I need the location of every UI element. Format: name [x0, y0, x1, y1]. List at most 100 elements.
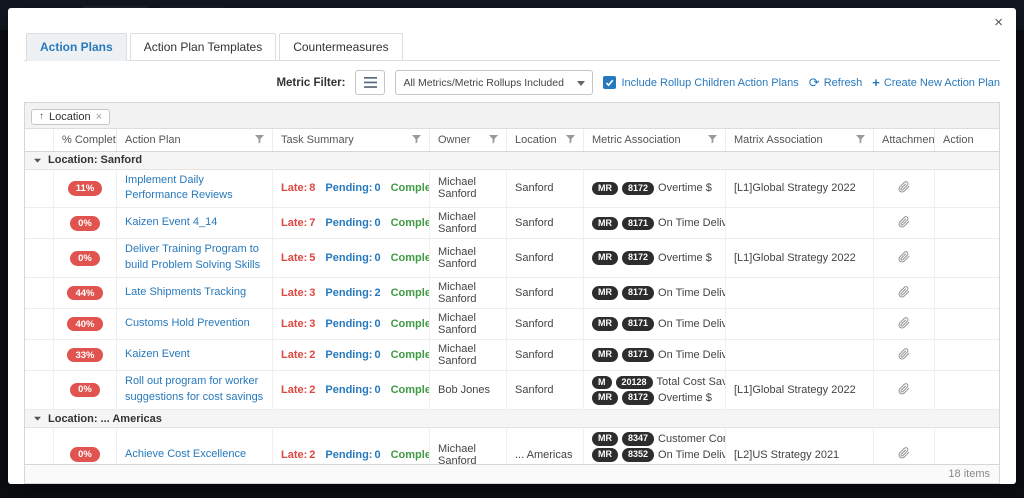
column-label: Action [943, 134, 974, 146]
percent-complete-cell: 0% [53, 428, 116, 464]
filter-icon[interactable] [856, 135, 865, 144]
refresh-button[interactable]: ⟳ Refresh [809, 76, 862, 89]
paperclip-icon [898, 447, 910, 462]
column-header-complete[interactable]: % Complete [53, 129, 116, 151]
action-plan-link[interactable]: Customs Hold Prevention [125, 316, 250, 332]
matrix-association-cell: [L1]Global Strategy 2022 [725, 371, 873, 409]
complete-count: Complete:0 [391, 449, 429, 461]
action-cell [934, 170, 999, 208]
attachment-cell[interactable] [873, 170, 934, 208]
percent-complete-badge: 0% [70, 447, 100, 461]
metric-tag-pill: MR [592, 286, 618, 300]
action-plan-link[interactable]: Kaizen Event [125, 347, 190, 363]
attachment-cell[interactable] [873, 428, 934, 464]
location-cell: Sanford [506, 170, 583, 208]
action-plan-link[interactable]: Deliver Training Program to build Proble… [125, 242, 264, 274]
column-header-task-summary[interactable]: Task Summary [272, 129, 429, 151]
column-header-action-plan[interactable]: Action Plan [116, 129, 272, 151]
action-cell [934, 340, 999, 370]
late-count: Late:3 [281, 318, 315, 330]
close-icon[interactable]: × [994, 15, 1003, 30]
filter-icon[interactable] [566, 135, 575, 144]
action-plan-link[interactable]: Implement Daily Performance Reviews [125, 173, 264, 205]
percent-complete-badge: 11% [68, 181, 103, 195]
attachment-cell[interactable] [873, 278, 934, 308]
column-header-expander[interactable] [25, 129, 53, 151]
late-count: Late:5 [281, 252, 315, 264]
pending-count: Pending:0 [325, 217, 380, 229]
metric-association-cell: MR8171On Time Delivery [583, 309, 725, 339]
column-header-owner[interactable]: Owner [429, 129, 506, 151]
filter-icon[interactable] [708, 135, 717, 144]
action-plan-row: 0% Roll out program for worker suggestio… [25, 371, 999, 410]
metric-association-cell: MR8171On Time Delivery [583, 278, 725, 308]
percent-complete-badge: 0% [70, 216, 100, 230]
action-plans-dialog: × Action PlansAction Plan TemplatesCount… [8, 8, 1016, 484]
column-label: Location [515, 134, 557, 146]
late-count: Late:8 [281, 182, 315, 194]
tab-action-plan-templates[interactable]: Action Plan Templates [130, 33, 277, 61]
complete-count: Complete:4 [391, 287, 429, 299]
attachment-cell[interactable] [873, 371, 934, 409]
action-plan-link[interactable]: Kaizen Event 4_14 [125, 215, 217, 231]
column-header-location[interactable]: Location [506, 129, 583, 151]
action-cell [934, 239, 999, 277]
create-new-action-plan-button[interactable]: + Create New Action Plan [872, 76, 1000, 89]
metric-filter-dropdown[interactable]: All Metrics/Metric Rollups Included [395, 70, 593, 95]
tab-countermeasures[interactable]: Countermeasures [279, 33, 402, 61]
metric-name: Overtime $ [658, 252, 712, 264]
expander-cell [25, 428, 53, 464]
attachment-cell[interactable] [873, 239, 934, 277]
metric-id-pill: 8352 [622, 448, 654, 462]
owner-cell: Michael Sanford [429, 170, 506, 208]
attachment-cell[interactable] [873, 340, 934, 370]
chevron-down-icon [577, 77, 585, 89]
column-header-action[interactable]: Action [934, 129, 999, 151]
paperclip-icon [898, 181, 910, 196]
metric-association-cell: MR8347Customer Complaints PPMMR8352On Ti… [583, 428, 725, 464]
action-plan-cell: Roll out program for worker suggestions … [116, 371, 272, 409]
column-header-metric-association[interactable]: Metric Association [583, 129, 725, 151]
action-cell [934, 371, 999, 409]
tab-action-plans[interactable]: Action Plans [26, 33, 127, 61]
metric-id-pill: 20128 [616, 376, 653, 390]
action-plan-link[interactable]: Achieve Cost Excellence [125, 447, 246, 463]
group-chip-location[interactable]: ↑ Location × [31, 109, 110, 125]
screen: Dploy ▦ ? ● × Action PlansAction Plan Te… [0, 0, 1024, 498]
column-header-attachment[interactable]: Attachment [873, 129, 934, 151]
action-plan-link[interactable]: Roll out program for worker suggestions … [125, 374, 264, 406]
owner-cell: Michael Sanford [429, 309, 506, 339]
metric-association: MR8347Customer Complaints PPM [592, 432, 725, 446]
collapse-group-icon[interactable] [33, 414, 42, 423]
filter-icon[interactable] [412, 135, 421, 144]
pending-count: Pending:0 [325, 318, 380, 330]
filter-icon[interactable] [255, 135, 264, 144]
column-header-matrix-association[interactable]: Matrix Association [725, 129, 873, 151]
remove-group-icon[interactable]: × [96, 111, 102, 123]
group-row[interactable]: Location: ... Americas [25, 410, 999, 428]
column-label: Matrix Association [734, 134, 823, 146]
dropdown-value: All Metrics/Metric Rollups Included [403, 77, 563, 89]
metric-association-cell: MR8172Overtime $ [583, 239, 725, 277]
collapse-group-icon[interactable] [33, 156, 42, 165]
filter-icon[interactable] [489, 135, 498, 144]
metric-id-pill: 8171 [622, 217, 654, 231]
group-row[interactable]: Location: Sanford [25, 152, 999, 170]
action-plan-link[interactable]: Late Shipments Tracking [125, 285, 246, 301]
owner-cell: Michael Sanford [429, 278, 506, 308]
metric-association-cell: MR8171On Time Delivery [583, 208, 725, 238]
complete-count: Complete:2 [391, 318, 429, 330]
metric-list-button[interactable] [355, 70, 385, 95]
attachment-cell[interactable] [873, 208, 934, 238]
refresh-icon: ⟳ [809, 76, 820, 89]
pending-count: Pending:0 [325, 252, 380, 264]
percent-complete-badge: 40% [67, 317, 102, 331]
attachment-cell[interactable] [873, 309, 934, 339]
metric-tag-pill: MR [592, 348, 618, 362]
include-rollup-checkbox[interactable]: Include Rollup Children Action Plans [603, 76, 798, 89]
sort-asc-icon[interactable]: ↑ [39, 111, 44, 122]
checkbox-checked-icon[interactable] [603, 76, 616, 89]
percent-complete-cell: 33% [53, 340, 116, 370]
percent-complete-badge: 0% [70, 383, 100, 397]
matrix-association-cell: [L1]Global Strategy 2022 [725, 239, 873, 277]
